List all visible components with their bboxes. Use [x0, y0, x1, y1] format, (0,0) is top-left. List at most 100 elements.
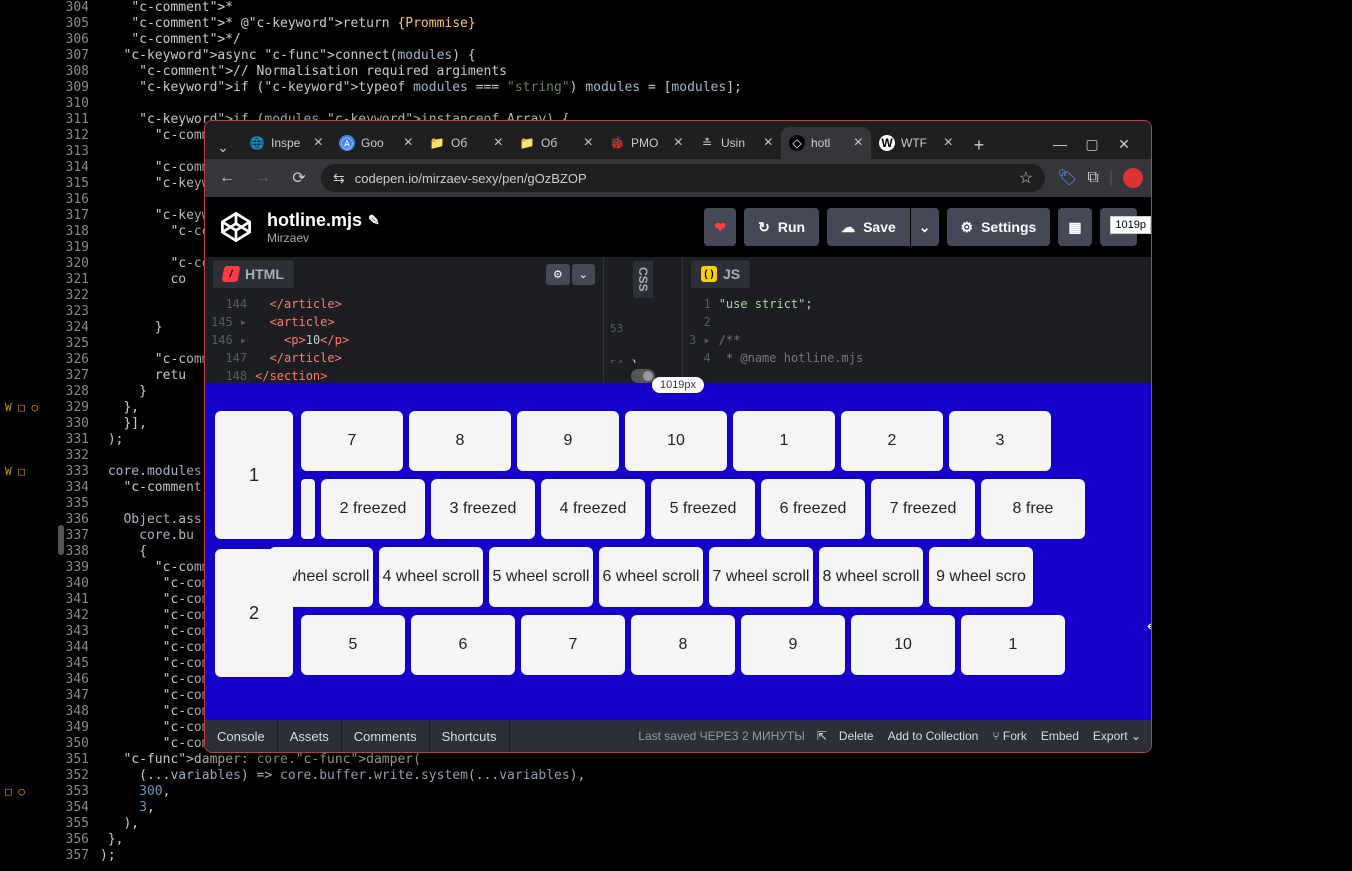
tab-close-icon[interactable]: ×	[764, 134, 773, 152]
preview-card[interactable]: 8 free	[981, 479, 1085, 539]
browser-tab[interactable]: ◇hotl×	[781, 127, 871, 159]
preview-card[interactable]: 2 freezed	[321, 479, 425, 539]
footer-delete-button[interactable]: Delete	[839, 729, 874, 743]
preview-card[interactable]: 7	[301, 411, 403, 471]
tab-close-icon[interactable]: ×	[584, 134, 593, 152]
nav-back-button[interactable]: ←	[213, 164, 241, 192]
preview-card[interactable]: 4 wheel scroll	[379, 547, 483, 607]
preview-card[interactable]: 8	[631, 615, 735, 675]
html-settings-button[interactable]: ⚙	[546, 264, 570, 285]
tab-close-icon[interactable]: ×	[494, 134, 503, 152]
preview-card[interactable]: 7	[521, 615, 625, 675]
browser-tab[interactable]: 🐞PMO×	[601, 127, 691, 159]
header-actions: ❤ ↻ Run ☁ Save ⌄ ⚙ Settings ▦ 📌	[704, 208, 1137, 246]
open-external-icon[interactable]: ⇱	[817, 729, 827, 743]
preview-card[interactable]: 7 wheel scroll	[709, 547, 813, 607]
browser-tab[interactable]: 📁Об×	[511, 127, 601, 159]
preview-card[interactable]: 5	[301, 615, 405, 675]
footer-embed-button[interactable]: Embed	[1041, 729, 1079, 743]
address-bar[interactable]: ⇆ codepen.io/mirzaev-sexy/pen/gOzBZOP ☆	[321, 164, 1045, 192]
footer-shortcuts-button[interactable]: Shortcuts	[430, 720, 510, 752]
js-pane-title[interactable]: ( ) JS	[691, 260, 750, 288]
pen-title[interactable]: hotline.mjs	[267, 210, 362, 231]
tab-favicon: ≛	[699, 135, 715, 151]
tab-close-icon[interactable]: ×	[674, 134, 683, 152]
minimize-button[interactable]: —	[1051, 136, 1069, 153]
preview-card[interactable]: 9	[517, 411, 619, 471]
footer-export-button[interactable]: Export ⌄	[1093, 729, 1141, 743]
browser-tab[interactable]: ⒶGoo×	[331, 127, 421, 159]
css-gutter: 535455	[604, 298, 631, 363]
editor-gutter-icons: W □ ○W □ □ ○	[5, 0, 50, 864]
preview-card[interactable]: 1	[733, 411, 835, 471]
preview-pane[interactable]: 1 2 78910123 2 freezed3 freezed4 freezed…	[205, 383, 1151, 720]
pen-author[interactable]: Mirzaev	[267, 231, 380, 245]
css-toggle[interactable]	[631, 369, 655, 383]
tab-list-button[interactable]: ⌄	[211, 135, 235, 159]
extensions-area: 🏷 ⧉ |	[1057, 168, 1143, 188]
tab-close-icon[interactable]: ×	[404, 134, 413, 152]
html-code[interactable]: </article> <article> <p>10</p> </article…	[255, 291, 349, 383]
preview-card[interactable]: 3	[949, 411, 1051, 471]
preview-card[interactable]: 9 wheel scro	[929, 547, 1033, 607]
css-code[interactable]: }	[631, 298, 638, 363]
nav-reload-button[interactable]: ⟳	[285, 164, 313, 192]
preview-card[interactable]: 8	[409, 411, 511, 471]
preview-card[interactable]: 2	[841, 411, 943, 471]
like-button[interactable]: ❤	[704, 208, 736, 246]
browser-tab[interactable]: 📁Об×	[421, 127, 511, 159]
footer-comments-button[interactable]: Comments	[342, 720, 430, 752]
nav-forward-button[interactable]: →	[249, 164, 277, 192]
tab-close-icon[interactable]: ×	[944, 134, 953, 152]
browser-tab[interactable]: ≛Usin×	[691, 127, 781, 159]
css-pane-title[interactable]: CSS	[633, 261, 653, 298]
css-pane: CSS 535455 }	[603, 257, 683, 383]
layout-button[interactable]: ▦	[1058, 208, 1091, 246]
tab-favicon: 📁	[519, 135, 535, 151]
footer-add-to-collection-button[interactable]: Add to Collection	[888, 729, 979, 743]
browser-tab[interactable]: WWTF×	[871, 127, 961, 159]
tab-close-icon[interactable]: ×	[854, 134, 863, 152]
maximize-button[interactable]: ▢	[1083, 136, 1101, 153]
codepen-logo[interactable]	[219, 210, 253, 244]
preview-card-big-2[interactable]: 2	[215, 549, 293, 677]
footer-console-button[interactable]: Console	[205, 720, 278, 752]
resize-handle[interactable]: ⟷	[1147, 618, 1151, 635]
save-label: Save	[863, 219, 896, 235]
preview-card[interactable]: 5 wheel scroll	[489, 547, 593, 607]
preview-card[interactable]: 8 wheel scroll	[819, 547, 923, 607]
preview-card[interactable]: 5 freezed	[651, 479, 755, 539]
settings-label: Settings	[981, 219, 1036, 235]
html-pane-title[interactable]: / HTML	[213, 260, 294, 288]
html-chevron-button[interactable]: ⌄	[572, 264, 595, 285]
save-button[interactable]: ☁ Save	[827, 208, 910, 246]
preview-card[interactable]: 6 freezed	[761, 479, 865, 539]
edit-title-icon[interactable]: ✎	[368, 212, 380, 229]
run-button[interactable]: ↻ Run	[744, 208, 819, 246]
preview-card[interactable]: 9	[741, 615, 845, 675]
preview-card-big-1[interactable]: 1	[215, 411, 293, 539]
settings-button[interactable]: ⚙ Settings	[947, 208, 1051, 246]
extension-tag-icon[interactable]: 🏷	[1057, 168, 1077, 188]
browser-tab[interactable]: 🌐Inspe×	[241, 127, 331, 159]
js-code[interactable]: "use strict";/** * @name hotline.mjs	[719, 291, 864, 383]
new-tab-button[interactable]: +	[965, 131, 993, 159]
close-window-button[interactable]: ✕	[1115, 136, 1133, 153]
footer-assets-button[interactable]: Assets	[278, 720, 342, 752]
preview-card[interactable]: 6 wheel scroll	[599, 547, 703, 607]
footer-fork-button[interactable]: ⑂ Fork	[992, 729, 1027, 743]
preview-card[interactable]: 10	[851, 615, 955, 675]
preview-card[interactable]: 7 freezed	[871, 479, 975, 539]
tab-close-icon[interactable]: ×	[314, 134, 323, 152]
save-dropdown[interactable]: ⌄	[911, 208, 939, 246]
bookmark-star-icon[interactable]: ☆	[1019, 168, 1033, 188]
site-info-icon[interactable]: ⇆	[333, 170, 345, 187]
preview-row-2: 2 freezed3 freezed4 freezed5 freezed6 fr…	[301, 479, 1141, 539]
preview-card[interactable]: 6	[411, 615, 515, 675]
preview-card[interactable]: 3 freezed	[431, 479, 535, 539]
extensions-puzzle-icon[interactable]: ⧉	[1087, 169, 1098, 187]
preview-card[interactable]: 1	[961, 615, 1065, 675]
profile-avatar[interactable]	[1123, 168, 1143, 188]
preview-card[interactable]: 4 freezed	[541, 479, 645, 539]
preview-card[interactable]: 10	[625, 411, 727, 471]
